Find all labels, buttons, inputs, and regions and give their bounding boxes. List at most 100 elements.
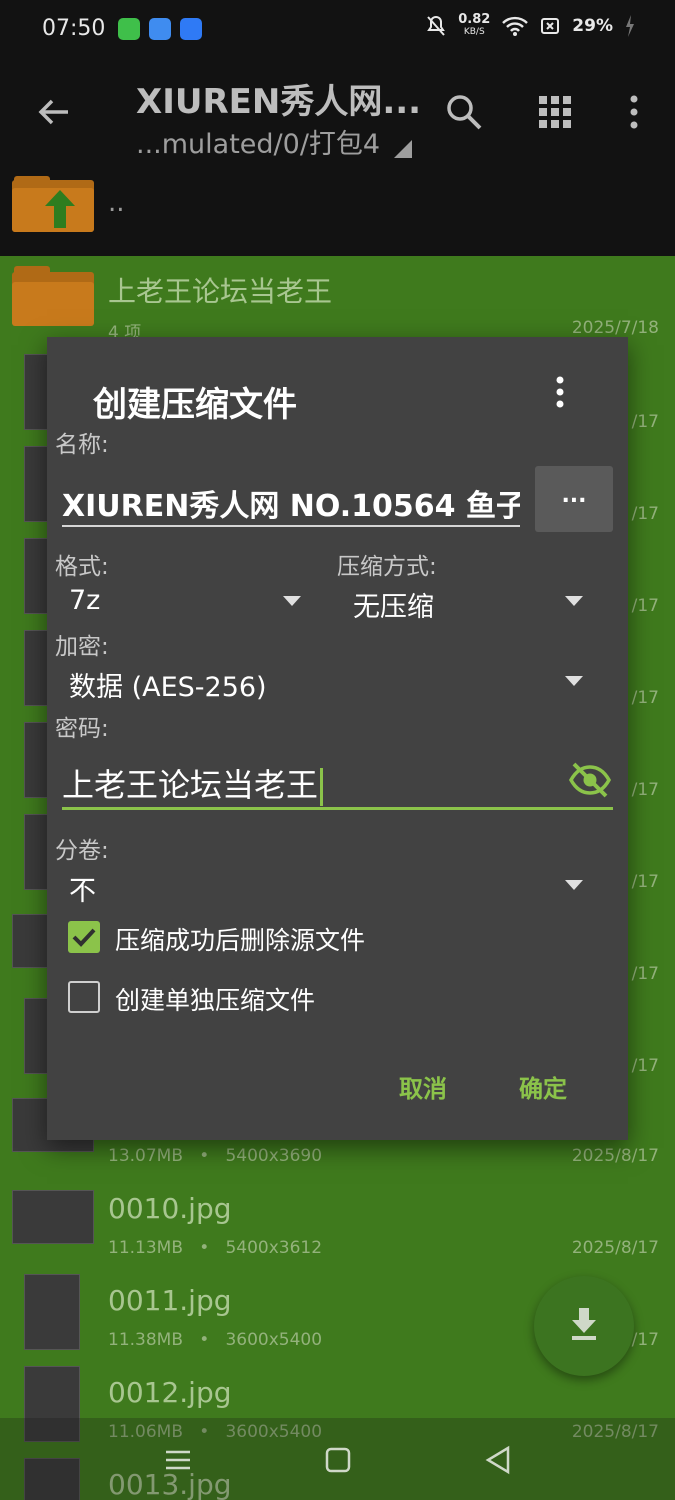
status-right: 0.82 KB/S 29% [426,12,635,38]
status-time: 07:50 [42,16,106,41]
sim-off-icon [541,18,560,34]
volume-label: 分卷: [55,838,109,864]
password-field[interactable]: 上老王论坛当老王 [62,754,613,810]
file-size: 11.38MB [108,1330,183,1350]
extract-fab[interactable] [534,1276,634,1376]
file-size: 13.07MB [108,1146,183,1166]
archive-name-value: XIUREN秀人网 NO.10564 鱼子酱 [62,489,520,524]
file-size: 11.13MB [108,1238,183,1258]
file-dimensions: 5400x3612 [225,1238,323,1258]
search-icon[interactable] [444,92,484,132]
hide-password-icon[interactable] [568,760,612,800]
folder-date: 2025/7/18 [571,318,659,338]
encryption-label: 加密: [55,634,109,660]
image-thumbnail [12,1190,94,1244]
net-speed-value: 0.82 [458,12,491,27]
file-date: /17 [631,412,659,432]
file-date: /17 [631,596,659,616]
file-date: /17 [631,872,659,892]
format-value: 7z [69,585,101,616]
cancel-button[interactable]: 取消 [399,1069,447,1104]
encryption-value: 数据 (AES-256) [69,672,267,703]
file-date: /17 [631,688,659,708]
path-dropdown-icon[interactable] [394,140,412,158]
format-label: 格式: [55,554,109,580]
password-value: 上老王论坛当老王 [62,766,319,804]
file-meta: 11.13MB • 5400x3612 [108,1238,322,1258]
file-date: 2025/8/17 [571,1146,659,1166]
compression-value: 无压缩 [353,592,434,623]
separate-archives-checkbox[interactable] [68,981,100,1013]
meta-separator: • [199,1146,210,1166]
notification-icons [118,18,202,40]
list-item[interactable]: 0010.jpg 11.13MB • 5400x3612 2025/8/17 [0,1174,675,1266]
password-text: 上老王论坛当老王 [62,760,324,806]
encryption-select[interactable]: 数据 (AES-256) [67,661,591,703]
delete-source-checkbox[interactable] [68,921,100,953]
separate-archives-label: 创建单独压缩文件 [115,986,316,1015]
password-label: 密码: [55,716,109,742]
back-arrow-icon[interactable] [34,92,74,132]
checkmark-icon [72,928,96,947]
status-bar: 07:50 0.82 KB/S 29% [0,0,675,60]
weather-notification-icon [149,18,171,40]
file-date: /17 [631,964,659,984]
list-item-folder[interactable]: 上老王论坛当老王 4 项 2025/7/18 [0,256,675,348]
file-date: 2025/8/17 [571,1238,659,1258]
system-nav-bar [0,1418,675,1500]
net-speed: 0.82 KB/S [458,12,491,38]
compression-dropdown-icon [565,596,583,606]
meta-separator: • [199,1238,210,1258]
text-cursor [320,768,324,806]
parent-directory-row[interactable]: .. [0,170,675,256]
create-archive-dialog: 创建压缩文件 名称: XIUREN秀人网 NO.10564 鱼子酱 ... 格式… [47,337,628,1140]
wechat-notification-icon [118,18,140,40]
file-dimensions: 5400x3690 [225,1146,323,1166]
compression-select[interactable]: 无压缩 [351,581,591,623]
download-icon [572,1308,596,1340]
home-nav-icon[interactable] [318,1440,358,1480]
volume-value: 不 [69,876,96,907]
file-date: /17 [631,504,659,524]
current-path[interactable]: ...mulated/0/打包4 [136,122,380,161]
mute-icon [427,15,446,36]
folder-name: 上老王论坛当老王 [108,275,333,308]
dialog-title: 创建压缩文件 [93,385,297,425]
file-date: /17 [631,780,659,800]
delete-source-label: 压缩成功后删除源文件 [115,926,366,955]
app-notification-icon [180,18,202,40]
dialog-more-icon[interactable] [547,375,573,411]
file-date: /17 [631,1056,659,1076]
separate-archives-checkbox-row[interactable]: 创建单独压缩文件 [47,971,628,1023]
app-bar: XIUREN秀人网... ...mulated/0/打包4 [0,60,675,170]
more-options-icon[interactable] [614,92,654,132]
file-meta: 13.07MB • 5400x3690 [108,1146,322,1166]
wifi-icon [502,16,529,36]
file-name: 0010.jpg [108,1192,232,1225]
battery-percent: 29% [572,16,613,36]
archive-name-field[interactable]: XIUREN秀人网 NO.10564 鱼子酱 [62,479,520,527]
ok-button[interactable]: 确定 [519,1069,567,1104]
file-date: /17 [631,1330,659,1350]
back-nav-icon[interactable] [478,1440,518,1480]
format-select[interactable]: 7z [67,581,307,623]
volume-select[interactable]: 不 [67,865,591,907]
delete-source-checkbox-row[interactable]: 压缩成功后删除源文件 [47,911,628,963]
file-name: 0012.jpg [108,1376,232,1409]
app-bar-title: XIUREN秀人网... [136,82,422,122]
file-dimensions: 3600x5400 [225,1330,323,1350]
file-meta: 11.38MB • 3600x5400 [108,1330,322,1350]
browse-button[interactable]: ... [535,466,613,532]
grid-view-icon[interactable] [535,92,575,132]
net-speed-unit: KB/S [463,27,485,37]
name-label: 名称: [55,432,109,458]
volume-dropdown-icon [565,880,583,890]
image-thumbnail [24,1274,80,1350]
parent-directory-label: .. [108,188,125,218]
charging-icon [626,15,634,37]
file-name: 0011.jpg [108,1284,232,1317]
meta-separator: • [199,1330,210,1350]
compression-label: 压缩方式: [337,554,437,580]
menu-nav-icon[interactable] [158,1440,198,1480]
encryption-dropdown-icon [565,676,583,686]
